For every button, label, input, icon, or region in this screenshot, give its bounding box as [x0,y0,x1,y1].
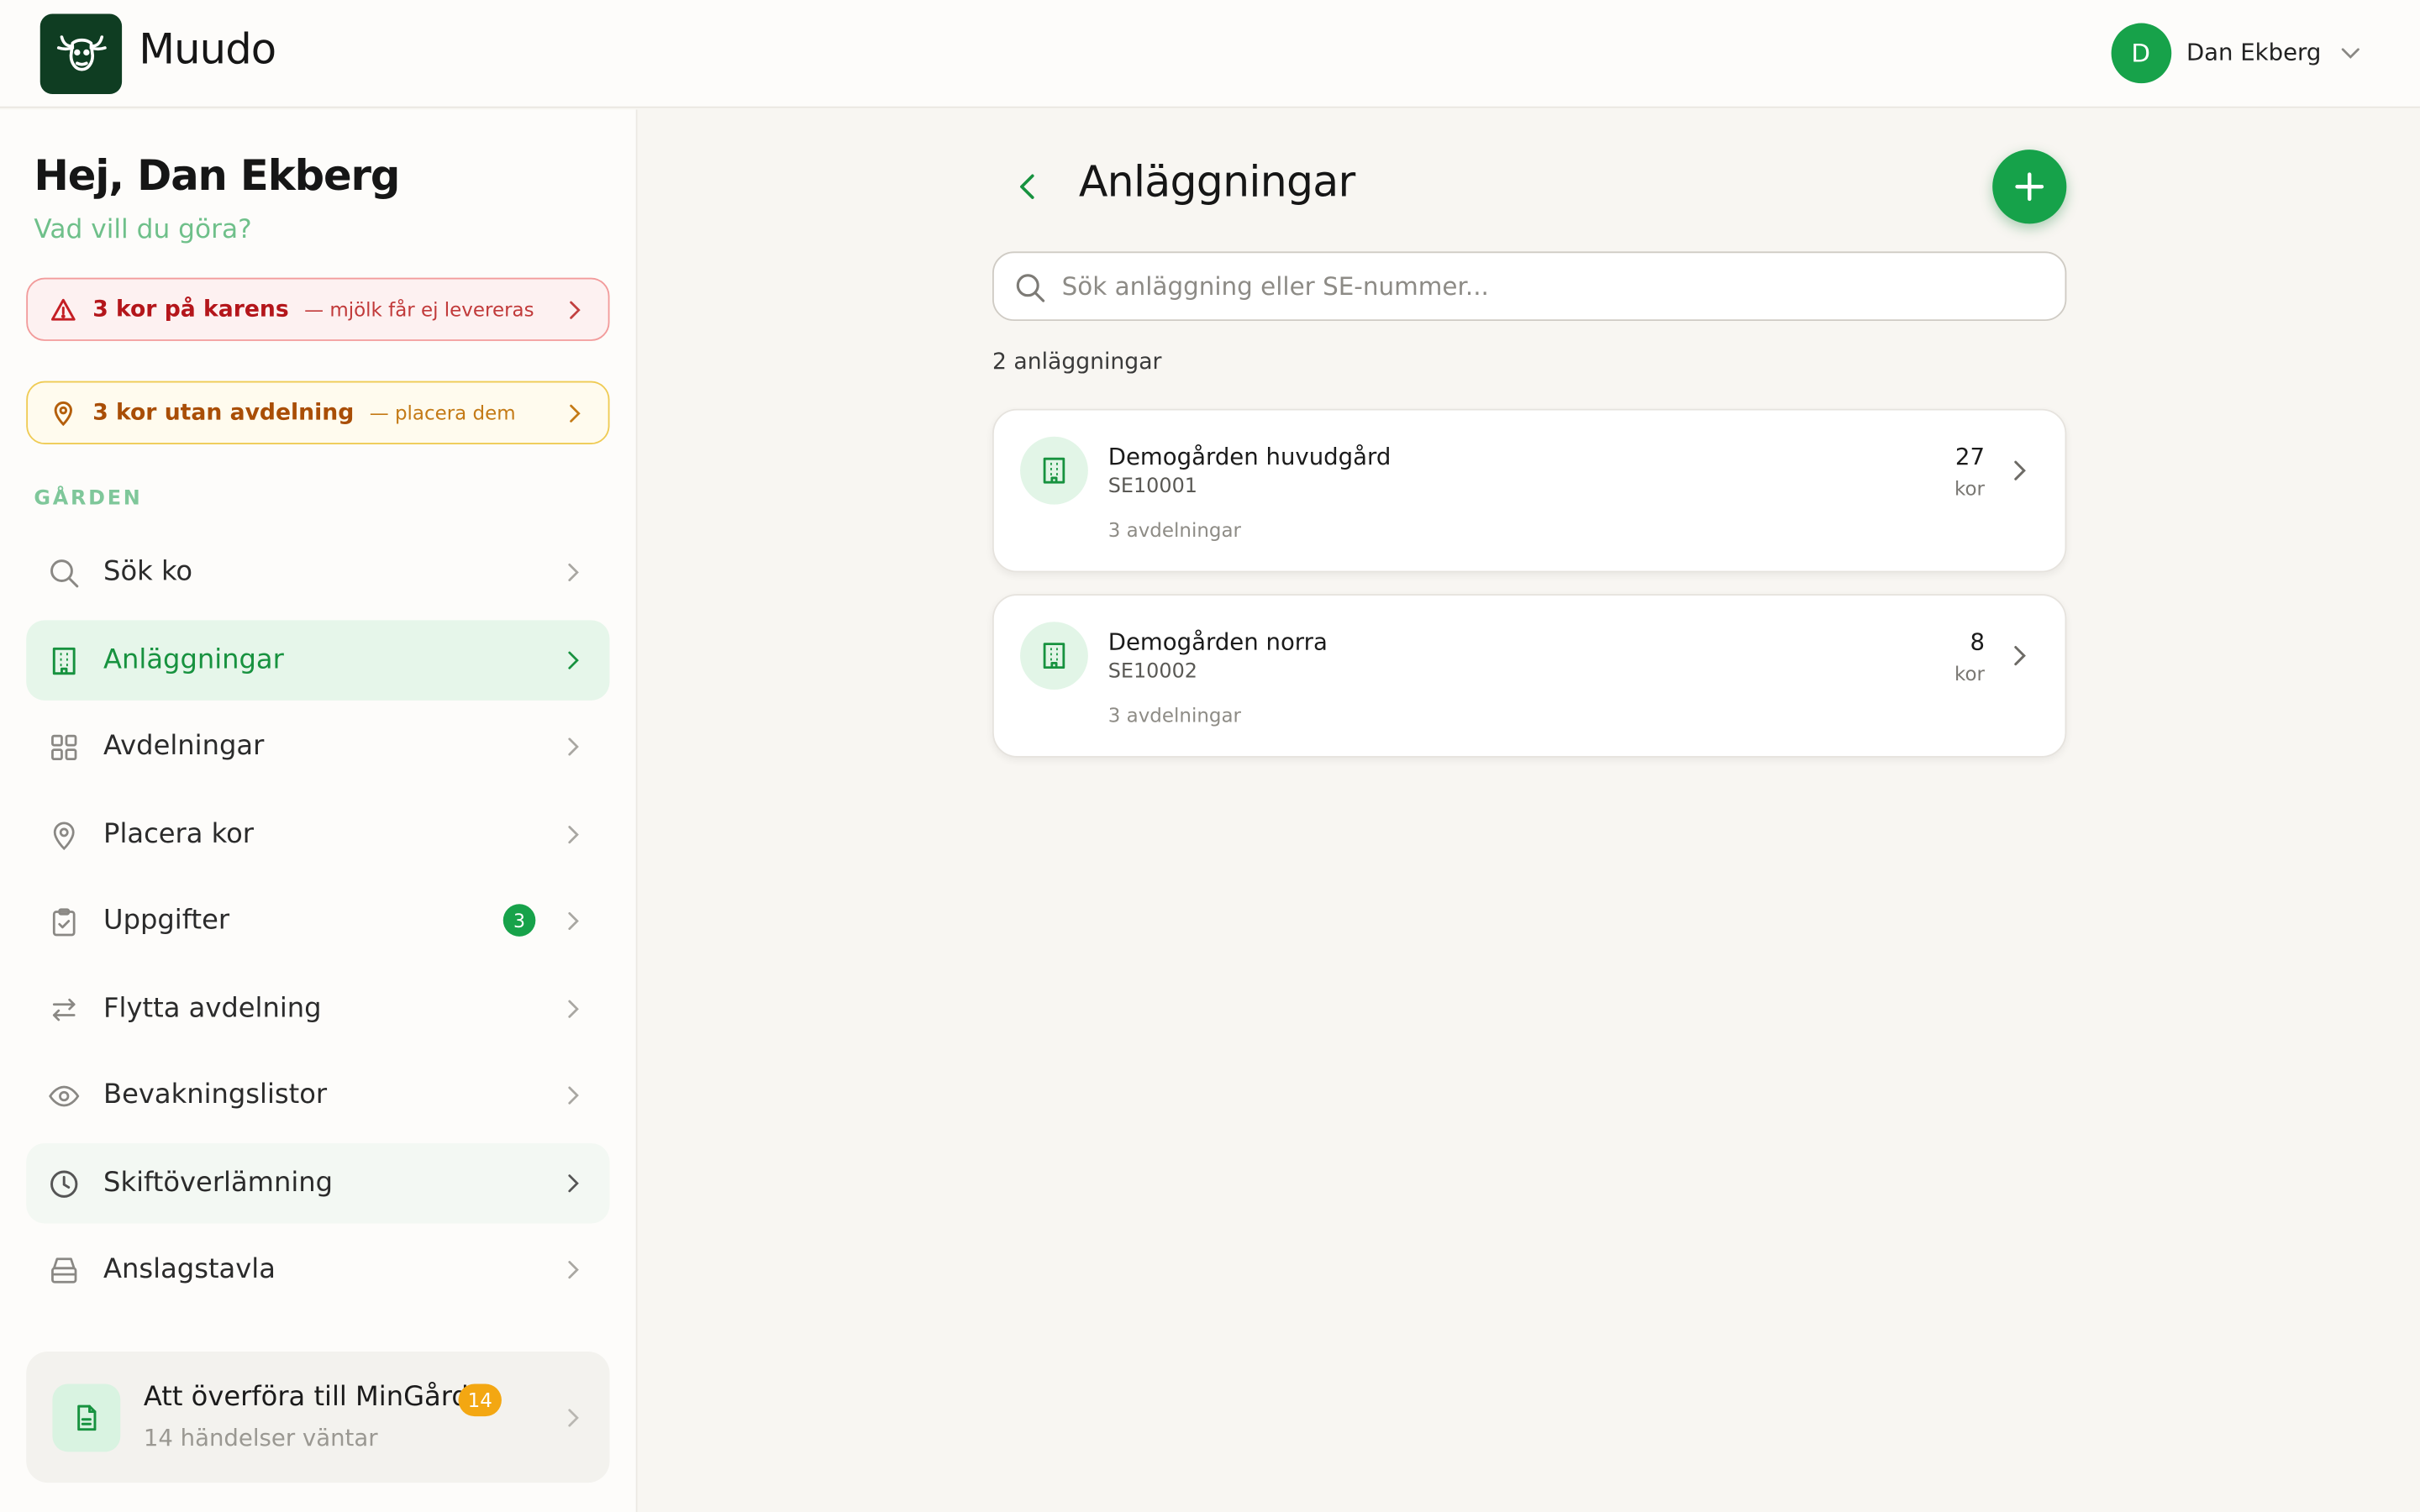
chevron-right-icon [568,1000,579,1018]
facility-name: Demogården huvudgård [1107,443,1392,471]
facility-se-number: SE10001 [1107,475,1197,499]
building-icon [52,646,76,675]
facility-se-number: SE10002 [1107,660,1197,684]
sidebar-item-departments[interactable]: Avdelningar [26,706,609,787]
chevron-down-icon [2341,48,2360,59]
tasks-count-badge: 3 [502,904,536,937]
alert-karens-sub: — mjölk får ej levereras [304,297,534,322]
search-box [992,251,2067,322]
add-facility-button[interactable] [1992,150,2067,224]
cow-logo-icon [56,35,106,71]
grid-icon [51,733,77,760]
sidebar-item-bulletin-board[interactable]: Anslagstavla [26,1230,609,1310]
building-icon [1020,436,1088,505]
chevron-right-icon [568,1086,579,1105]
document-icon [52,1383,121,1452]
transfer-count-badge: 14 [458,1383,502,1417]
plus-icon [2015,172,2044,202]
sidebar-item-label: Anläggningar [103,644,284,676]
facility-name: Demogården norra [1107,627,1328,656]
clock-icon [50,1169,78,1197]
chevron-right-icon [570,404,581,423]
alert-karens-title: 3 kor på karens [92,297,289,322]
sidebar-item-label: Uppgifter [103,906,230,937]
cow-count: 27 [1954,443,1985,471]
sidebar-item-label: Bevakningslistor [103,1079,328,1111]
chevron-right-icon [568,651,579,669]
clipboard-check-icon [52,907,76,936]
eye-icon [49,1084,80,1106]
chevron-right-icon [568,738,579,756]
section-label-garden: GÅRDEN [34,487,143,511]
logo[interactable] [39,13,123,95]
transfer-subtitle: 14 händelser väntar [143,1424,378,1452]
facility-departments: 3 avdelningar [1107,703,1241,727]
search-icon [50,559,79,587]
sidebar-item-watchlists[interactable]: Bevakningslistor [26,1055,609,1136]
chevron-right-icon [568,911,579,931]
warning-triangle-icon [50,297,76,320]
sidebar-item-tasks[interactable]: Uppgifter 3 [26,881,609,962]
alert-no-department[interactable]: 3 kor utan avdelning — placera dem [26,381,610,444]
sidebar: Hej, Dan Ekberg Vad vill du göra? 3 kor … [0,109,638,1512]
cow-unit: kor [1954,476,1985,501]
building-icon [1020,622,1088,690]
facility-card[interactable]: Demogården norra SE10002 3 avdelningar 8… [992,594,2067,758]
sidebar-item-label: Placera kor [103,819,254,851]
chevron-right-icon [2014,646,2026,666]
sidebar-item-label: Sök ko [103,557,193,588]
chevron-right-icon [2014,460,2026,480]
alert-no-department-title: 3 kor utan avdelning [92,400,355,426]
swap-arrows-icon [52,997,76,1021]
chevron-right-icon [568,826,579,844]
transfer-title: Att överföra till MinGård [143,1382,469,1414]
sidebar-item-label: Flytta avdelning [103,993,322,1025]
chevron-right-icon [570,301,581,319]
map-pin-icon [54,401,72,426]
avatar: D [2110,22,2171,83]
user-menu[interactable]: D Dan Ekberg [2110,22,2365,83]
alert-no-department-sub: — placera dem [369,401,516,425]
brand-name: Muudo [139,26,276,75]
inbox-icon [51,1257,77,1283]
greeting: Hej, Dan Ekberg [34,152,400,201]
sidebar-item-label: Skiftöverlämning [103,1168,334,1200]
sidebar-item-facilities[interactable]: Anläggningar [26,620,610,701]
top-bar: Muudo D Dan Ekberg [0,0,2420,108]
sidebar-item-move-department[interactable]: Flytta avdelning [26,969,609,1049]
map-pin-icon [53,821,75,850]
chevron-right-icon [568,1261,579,1279]
chevron-right-icon [568,1409,579,1427]
user-name: Dan Ekberg [2186,38,2322,66]
back-arrow-icon[interactable] [1009,168,1046,205]
search-icon [1016,274,1045,302]
facility-search-input[interactable] [1061,253,2050,320]
facility-card[interactable]: Demogården huvudgård SE10001 3 avdelning… [992,408,2067,573]
chevron-right-icon [568,563,579,581]
sidebar-item-label: Avdelningar [103,731,265,763]
mingard-transfer-card[interactable]: Att överföra till MinGård 14 14 händelse… [26,1351,610,1483]
sub-greeting: Vad vill du göra? [34,214,252,246]
sidebar-item-shift-handover[interactable]: Skiftöverlämning [26,1142,610,1224]
cow-unit: kor [1954,661,1985,685]
page-title: Anläggningar [1078,157,1355,207]
alert-karens[interactable]: 3 kor på karens — mjölk får ej levereras [26,277,610,341]
cow-count: 8 [1970,627,1985,656]
sidebar-item-search-cow[interactable]: Sök ko [26,533,609,613]
chevron-right-icon [568,1174,579,1193]
facility-count: 2 anläggningar [992,349,1162,375]
sidebar-item-place-cows[interactable]: Placera kor [26,795,609,875]
facility-departments: 3 avdelningar [1107,518,1241,542]
sidebar-item-label: Anslagstavla [103,1254,276,1285]
